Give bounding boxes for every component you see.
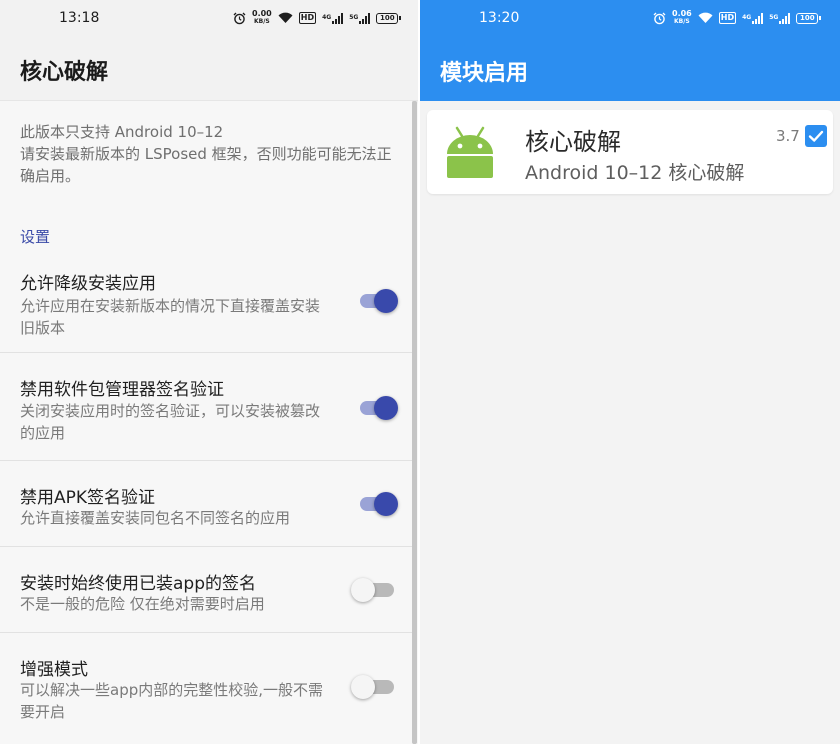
alarm-icon bbox=[653, 12, 666, 24]
status-bar: 13:20 0.06 KB/S HD 4G 5G 100 bbox=[420, 0, 840, 36]
module-card[interactable]: 核心破解 Android 10–12 核心破解 3.7 bbox=[427, 110, 833, 194]
pref-use-installed-signature[interactable]: 安装时始终使用已装app的签名 不是一般的危险 仅在绝对需要时启用 bbox=[0, 547, 412, 633]
module-version: 3.7 bbox=[776, 127, 800, 145]
module-enabled-checkbox[interactable] bbox=[805, 125, 827, 147]
page-title: 核心破解 bbox=[20, 60, 109, 85]
pref-summary: 关闭安装应用时的签名验证，可以安装被篡改的应用 bbox=[20, 402, 321, 442]
module-name: 核心破解 bbox=[525, 128, 621, 156]
section-header-settings: 设置 bbox=[20, 228, 51, 246]
alarm-icon bbox=[233, 12, 246, 24]
signal-1-icon: 4G bbox=[742, 12, 764, 24]
signal-2-icon: 5G bbox=[349, 12, 371, 24]
pref-summary: 不是一般的危险 仅在绝对需要时启用 bbox=[20, 595, 265, 613]
status-time: 13:18 bbox=[59, 10, 100, 26]
pref-enhanced-mode[interactable]: 增强模式 可以解决一些app内部的完整性校验,一般不需要开启 bbox=[0, 633, 412, 744]
pref-summary: 允许直接覆盖安装同包名不同签名的应用 bbox=[20, 509, 291, 527]
wifi-icon bbox=[698, 12, 713, 23]
right-pane: 模块启用 13:20 0.06 KB/S HD 4G 5G 100 核心破解 An… bbox=[420, 0, 840, 744]
android-robot-icon bbox=[447, 126, 493, 178]
pref-toggle[interactable] bbox=[360, 285, 398, 315]
pref-summary: 允许应用在安装新版本的情况下直接覆盖安装旧版本 bbox=[20, 297, 321, 337]
signal-1-icon: 4G bbox=[322, 12, 344, 24]
signal-2-icon: 5G bbox=[769, 12, 791, 24]
pref-toggle[interactable] bbox=[351, 671, 398, 701]
pref-disable-apk-signature[interactable]: 禁用APK签名验证 允许直接覆盖安装同包名不同签名的应用 bbox=[0, 461, 412, 547]
battery-icon: 100 bbox=[376, 12, 402, 24]
hd-icon: HD bbox=[718, 12, 737, 24]
pref-summary: 可以解决一些app内部的完整性校验,一般不需要开启 bbox=[20, 681, 324, 721]
status-time: 13:20 bbox=[479, 10, 520, 26]
left-pane: 13:18 0.00 KB/S HD 4G 5G 100 核心破解 此版本只支持 … bbox=[0, 0, 418, 744]
status-icons: 0.06 KB/S HD 4G 5G 100 bbox=[653, 9, 822, 26]
scrollbar[interactable] bbox=[412, 101, 417, 744]
module-description: Android 10–12 核心破解 bbox=[525, 162, 745, 184]
toolbar: 核心破解 bbox=[0, 36, 418, 101]
net-speed: 0.06 KB/S bbox=[672, 9, 692, 26]
checkmark-icon bbox=[808, 130, 824, 142]
status-bar: 13:18 0.00 KB/S HD 4G 5G 100 bbox=[0, 0, 418, 36]
pref-toggle[interactable] bbox=[360, 392, 398, 422]
pref-toggle[interactable] bbox=[360, 488, 398, 518]
settings-list[interactable]: 此版本只支持 Android 10–12 请安装最新版本的 LSPosed 框架… bbox=[0, 101, 412, 744]
net-speed: 0.00 KB/S bbox=[252, 9, 272, 26]
hd-icon: HD bbox=[298, 12, 317, 24]
page-title: 模块启用 bbox=[440, 61, 529, 86]
pref-title: 允许降级安装应用 bbox=[20, 274, 156, 294]
pref-toggle[interactable] bbox=[351, 574, 398, 604]
pref-title: 禁用软件包管理器签名验证 bbox=[20, 380, 224, 400]
battery-icon: 100 bbox=[796, 12, 822, 24]
version-note: 此版本只支持 Android 10–12 请安装最新版本的 LSPosed 框架… bbox=[20, 123, 392, 185]
pref-title: 禁用APK签名验证 bbox=[20, 488, 156, 508]
pref-disable-pm-signature[interactable]: 禁用软件包管理器签名验证 关闭安装应用时的签名验证，可以安装被篡改的应用 bbox=[0, 353, 412, 461]
wifi-icon bbox=[278, 12, 293, 23]
pref-title: 增强模式 bbox=[20, 660, 88, 680]
pref-title: 安装时始终使用已装app的签名 bbox=[20, 574, 256, 594]
pref-allow-downgrade[interactable]: 允许降级安装应用 允许应用在安装新版本的情况下直接覆盖安装旧版本 bbox=[0, 261, 412, 353]
status-icons: 0.00 KB/S HD 4G 5G 100 bbox=[233, 9, 402, 26]
